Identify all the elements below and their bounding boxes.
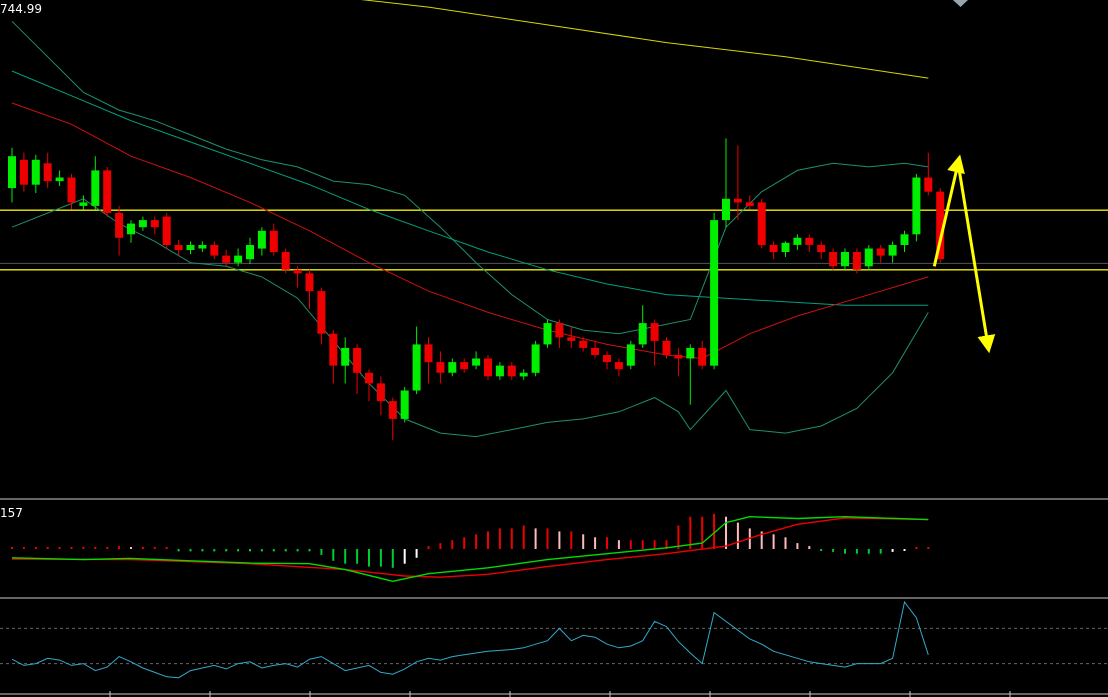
candle-body: [353, 347, 362, 373]
candle-body: [460, 362, 469, 370]
candle-body: [912, 177, 921, 235]
candle-body: [91, 170, 100, 206]
stock-chart: [0, 0, 1108, 697]
candle-body: [924, 177, 933, 192]
candle-body: [436, 362, 445, 373]
candle-body: [495, 365, 504, 377]
candle-body: [293, 269, 302, 274]
candle-body: [626, 344, 635, 366]
candle-body: [186, 245, 195, 250]
candle-body: [841, 252, 849, 267]
candle-body: [448, 362, 457, 373]
candle-body: [710, 220, 719, 366]
candle-body: [507, 365, 516, 377]
candle-body: [257, 230, 266, 249]
candle-body: [234, 255, 243, 263]
candle-body: [365, 372, 373, 384]
candle-body: [388, 401, 397, 419]
candle-body: [79, 202, 88, 206]
candle-body: [174, 245, 183, 250]
candle-body: [127, 223, 135, 235]
candle-body: [888, 245, 897, 256]
candle-body: [579, 340, 588, 348]
candle-body: [305, 273, 314, 292]
candle-body: [603, 355, 611, 363]
candle-body: [376, 383, 385, 402]
candle-body: [198, 245, 207, 249]
candle-body: [400, 390, 409, 419]
candle-body: [210, 245, 219, 256]
candle-body: [484, 358, 492, 377]
candle-body: [745, 202, 754, 206]
candle-body: [817, 245, 826, 253]
candle-body: [55, 177, 64, 182]
candle-body: [222, 255, 231, 263]
candle-body: [67, 177, 76, 203]
candle-body: [733, 198, 742, 203]
candle-body: [686, 347, 695, 359]
candle-body: [472, 358, 481, 366]
candle-body: [769, 245, 778, 253]
macd-readout: 157: [0, 506, 23, 520]
candle-body: [115, 213, 124, 238]
candle-body: [150, 220, 159, 228]
candle-body: [269, 230, 278, 253]
candle-body: [543, 323, 552, 345]
candle-body: [674, 355, 683, 359]
candle-body: [281, 252, 290, 270]
candle-body: [662, 340, 671, 355]
candle-body: [8, 156, 16, 189]
candle-body: [591, 347, 600, 355]
candle-body: [19, 159, 28, 185]
candle-body: [793, 237, 802, 245]
candle-body: [424, 344, 433, 363]
candle-body: [876, 248, 885, 256]
candle-body: [829, 252, 838, 267]
candle-body: [614, 362, 623, 370]
candle-body: [852, 252, 861, 270]
candle-body: [757, 202, 766, 245]
candle-body: [531, 344, 540, 373]
candle-body: [805, 237, 814, 245]
candle-body: [864, 248, 873, 267]
candle-body: [329, 333, 338, 366]
candle-body: [412, 344, 421, 391]
candle-body: [638, 323, 647, 345]
candle-body: [341, 347, 350, 366]
price-readout: 744.99: [0, 2, 42, 16]
candle-body: [567, 337, 576, 341]
candle-body: [317, 291, 326, 334]
candle-body: [722, 198, 730, 221]
candle-body: [555, 323, 564, 338]
candle-body: [162, 216, 171, 245]
candle-body: [246, 245, 254, 260]
candle-body: [138, 220, 147, 228]
candle-body: [650, 323, 659, 341]
candle-body: [519, 372, 528, 377]
candle-body: [103, 170, 112, 213]
candle-body: [31, 159, 40, 185]
candle-body: [781, 242, 790, 252]
candle-body: [43, 163, 52, 182]
candle-body: [900, 234, 909, 245]
candle-body: [698, 347, 707, 366]
